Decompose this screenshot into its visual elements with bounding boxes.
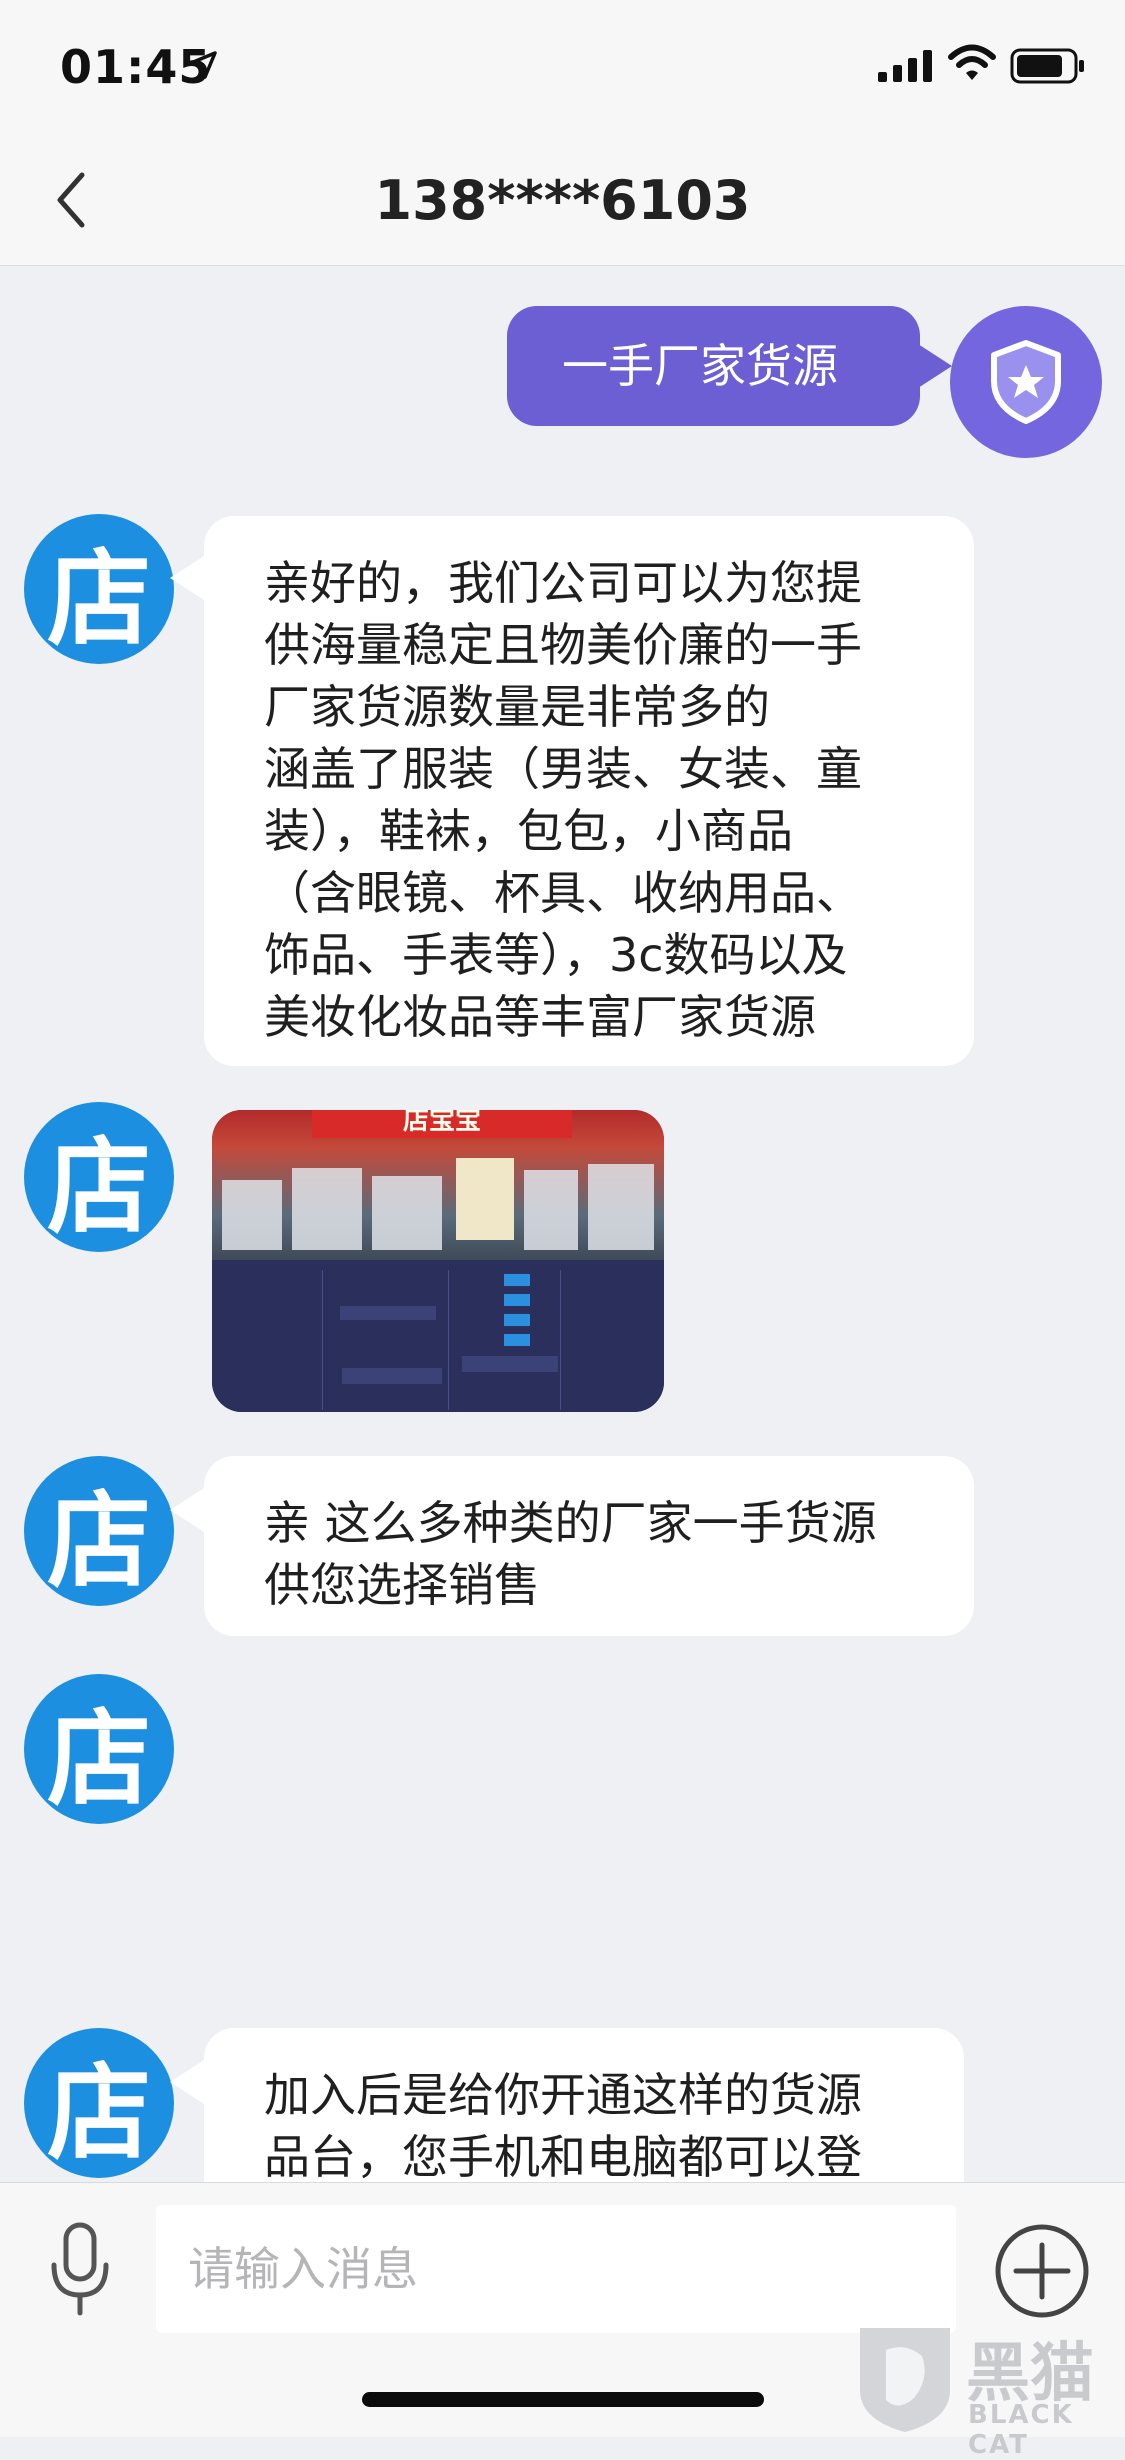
message-line: 装），鞋袜，包包，小商品 (264, 804, 793, 858)
incoming-message[interactable]: 亲 这么多种类的厂家一手货源 供您选择销售 (204, 1456, 974, 1636)
image-message[interactable]: 店宝宝 (212, 1110, 664, 1412)
outgoing-message[interactable]: 一手厂家货源 (507, 306, 920, 426)
grid-divider (560, 1270, 561, 1410)
message-line: 供您选择销售 (264, 1558, 540, 1612)
back-button[interactable] (40, 165, 110, 235)
bubble-tail (170, 1488, 204, 1532)
message-line: 加入后是给你开通这样的货源 (264, 2068, 862, 2122)
grid-tag (504, 1274, 530, 1286)
message-input[interactable] (156, 2205, 956, 2333)
shop-avatar[interactable]: 店 (24, 1456, 174, 1606)
grid-highlight (342, 1368, 442, 1384)
message-line: 饰品、手表等），3c数码以及 (264, 928, 848, 982)
shelf-shape (222, 1180, 282, 1250)
bubble-tail (170, 2060, 204, 2104)
message-text: 一手厂家货源 (562, 339, 838, 393)
cat-logo-icon (860, 2328, 950, 2432)
chat-list[interactable]: 一手厂家货源 店 亲好的，我们公司可以为您提 供海量稳定且物美价廉的一手 厂家货… (0, 266, 1125, 2228)
battery-icon (1010, 48, 1084, 84)
message-line: 品台，您手机和电脑都可以登 (264, 2130, 862, 2184)
location-arrow-icon (189, 51, 217, 79)
plus-circle-icon[interactable] (992, 2221, 1092, 2321)
message-line: （含眼镜、杯具、收纳用品、 (264, 866, 862, 920)
message-line: 厂家货源数量是非常多的 (264, 680, 770, 734)
category-grid (212, 1260, 664, 1412)
shelf-shape (292, 1168, 362, 1250)
grid-divider (448, 1270, 449, 1410)
incoming-message[interactable]: 亲好的，我们公司可以为您提 供海量稳定且物美价廉的一手 厂家货源数量是非常多的 … (204, 516, 974, 1066)
message-line: 亲 这么多种类的厂家一手货源 (264, 1496, 877, 1550)
wifi-icon (948, 44, 996, 80)
shop-avatar[interactable]: 店 (24, 2028, 174, 2178)
message-line: 美妆化妆品等丰富厂家货源 (264, 990, 816, 1044)
grid-highlight (340, 1306, 436, 1320)
grid-highlight (462, 1356, 558, 1372)
shelf-shape (524, 1170, 578, 1250)
grid-tag (504, 1314, 530, 1326)
grid-divider (322, 1270, 323, 1410)
shop-avatar[interactable]: 店 (24, 1102, 174, 1252)
grid-tag (504, 1334, 530, 1346)
shop-avatar[interactable]: 店 (24, 514, 174, 664)
watermark: 黑猫 BLACK CAT (850, 2320, 1125, 2460)
shop-avatar[interactable]: 店 (24, 1674, 174, 1824)
home-indicator (362, 2392, 764, 2407)
status-bar: 01:45 (0, 0, 1125, 135)
sign-shape (456, 1158, 514, 1240)
chat-title: 138****6103 (374, 169, 751, 232)
watermark-en: BLACK CAT (968, 2400, 1074, 2460)
grid-tag (504, 1294, 530, 1306)
microphone-icon[interactable] (40, 2219, 120, 2319)
image-banner: 店宝宝 (312, 1110, 572, 1138)
shield-star-icon (991, 340, 1061, 424)
nav-bar: 138****6103 (0, 135, 1125, 266)
shelf-shape (588, 1164, 654, 1250)
bubble-tail (918, 344, 952, 388)
my-avatar[interactable] (950, 306, 1102, 458)
message-line: 亲好的，我们公司可以为您提 (264, 556, 862, 610)
bubble-tail (170, 556, 204, 600)
cellular-signal-icon (878, 50, 932, 82)
shelf-shape (372, 1176, 442, 1250)
message-line: 涵盖了服装（男装、女装、童 (264, 742, 862, 796)
warehouse-photo: 店宝宝 (212, 1110, 664, 1260)
message-line: 供海量稳定且物美价廉的一手 (264, 618, 862, 672)
